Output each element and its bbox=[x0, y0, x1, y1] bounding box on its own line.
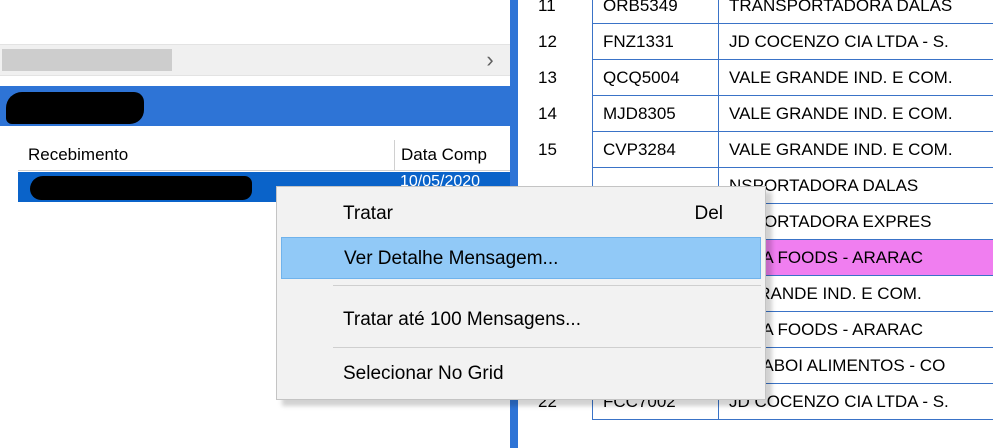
grid-header: Recebimento Data Comp bbox=[18, 140, 510, 171]
plate-cell: QCQ5004 bbox=[592, 60, 718, 96]
chevron-right-icon[interactable]: › bbox=[480, 47, 500, 73]
menu-separator bbox=[333, 285, 761, 286]
plate-cell: FNZ1331 bbox=[592, 24, 718, 60]
company-cell: TRANSPORTADORA DALAS bbox=[718, 0, 993, 24]
menu-item-selecionar-no-grid[interactable]: Selecionar No Grid bbox=[281, 353, 761, 395]
row-number-cell: 13 bbox=[538, 68, 557, 87]
menu-separator bbox=[333, 347, 761, 348]
plate-cell: CVP3284 bbox=[592, 132, 718, 168]
menu-item-shortcut: Del bbox=[694, 203, 723, 224]
row-number-cell: 11 bbox=[538, 0, 556, 15]
table-row[interactable]: 14 MJD8305 VALE GRANDE IND. E COM. bbox=[518, 96, 993, 132]
table-row[interactable]: 12 FNZ1331 JD COCENZO CIA LTDA - S. bbox=[518, 24, 993, 60]
menu-item-ver-detalhe-mensagem[interactable]: Ver Detalhe Mensagem... bbox=[281, 237, 761, 279]
menu-item-label: Tratar bbox=[343, 203, 393, 224]
plate-cell: MJD8305 bbox=[592, 96, 718, 132]
plate-cell: ORB5349 bbox=[592, 0, 718, 24]
column-header-recebimento[interactable]: Recebimento bbox=[18, 140, 396, 170]
column-header-data-comp[interactable]: Data Comp bbox=[394, 140, 517, 170]
table-row[interactable]: 11 ORB5349 TRANSPORTADORA DALAS bbox=[518, 0, 993, 24]
horizontal-scrollbar[interactable]: › bbox=[0, 44, 510, 76]
menu-item-tratar-100-mensagens[interactable]: Tratar até 100 Mensagens... bbox=[281, 299, 761, 341]
redacted-mark bbox=[30, 176, 252, 200]
menu-item-label: Selecionar No Grid bbox=[343, 363, 504, 384]
company-cell: VALE GRANDE IND. E COM. bbox=[718, 60, 993, 96]
table-row[interactable]: 13 QCQ5004 VALE GRANDE IND. E COM. bbox=[518, 60, 993, 96]
row-number-cell: 12 bbox=[538, 32, 557, 51]
scrollbar-thumb[interactable] bbox=[2, 49, 172, 71]
menu-item-tratar[interactable]: Tratar Del bbox=[281, 193, 761, 235]
redacted-mark bbox=[6, 92, 144, 124]
menu-item-label: Tratar até 100 Mensagens... bbox=[343, 309, 581, 330]
row-number-cell: 14 bbox=[538, 104, 557, 123]
company-cell: JD COCENZO CIA LTDA - S. bbox=[718, 24, 993, 60]
company-cell: VALE GRANDE IND. E COM. bbox=[718, 96, 993, 132]
menu-item-label: Ver Detalhe Mensagem... bbox=[344, 248, 559, 269]
context-menu: Tratar Del Ver Detalhe Mensagem... Trata… bbox=[276, 186, 766, 400]
company-cell: VALE GRANDE IND. E COM. bbox=[718, 132, 993, 168]
row-number-cell: 15 bbox=[538, 140, 557, 159]
table-row[interactable]: 15 CVP3284 VALE GRANDE IND. E COM. bbox=[518, 132, 993, 168]
